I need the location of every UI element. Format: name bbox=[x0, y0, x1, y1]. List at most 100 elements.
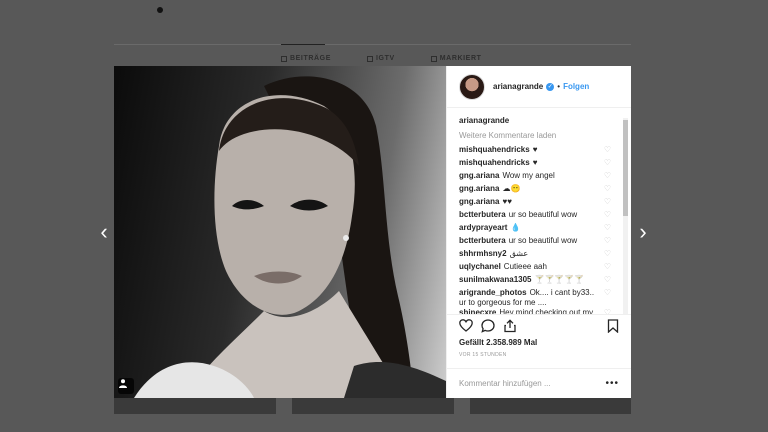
comment-username[interactable]: shinecxre bbox=[459, 308, 496, 314]
post-header: arianagrande ✓ • Folgen bbox=[447, 66, 631, 108]
comment-text: mishquahendricks ♥ bbox=[459, 158, 599, 168]
comment-row: gng.ariana Wow my angel ♡ bbox=[459, 171, 619, 184]
comment-text: uqlychanel Cutieee aah bbox=[459, 262, 599, 272]
comment-text: bctterbutera ur so beautiful wow bbox=[459, 236, 599, 246]
scrollbar[interactable] bbox=[623, 118, 628, 314]
comment-row: mishquahendricks ♥ ♡ bbox=[459, 158, 619, 171]
comment-bubble-icon[interactable] bbox=[481, 318, 495, 333]
comment-body: Wow my angel bbox=[502, 171, 555, 180]
comment-text: gng.ariana ☁😶 bbox=[459, 184, 599, 194]
background-thumbnail[interactable] bbox=[114, 398, 276, 414]
comment-text: gng.ariana Wow my angel bbox=[459, 171, 599, 181]
comment-like-heart-icon[interactable]: ♡ bbox=[601, 288, 611, 298]
comment-body: ♥ bbox=[532, 158, 538, 167]
like-count[interactable]: Gefällt 2.358.989 Mal bbox=[447, 336, 631, 347]
comment-text: sunilmakwana1305 🍸🍸🍸🍸🍸 bbox=[459, 275, 599, 285]
person-icon bbox=[119, 379, 127, 388]
post-modal: arianagrande ✓ • Folgen arianagrande Wei… bbox=[114, 66, 631, 398]
comment-username[interactable]: shhrmhsny2 bbox=[459, 249, 507, 258]
comment-body: ur so beautiful wow bbox=[508, 236, 578, 245]
comment-username[interactable]: bctterbutera bbox=[459, 210, 506, 219]
previous-post-arrow-icon[interactable]: ‹ bbox=[94, 220, 114, 244]
comment-row: sunilmakwana1305 🍸🍸🍸🍸🍸 ♡ bbox=[459, 275, 619, 288]
comment-like-heart-icon[interactable]: ♡ bbox=[601, 236, 611, 246]
comment-username[interactable]: gng.ariana bbox=[459, 184, 499, 193]
post-username[interactable]: arianagrande bbox=[493, 82, 543, 91]
comment-row: shhrmhsny2 عشق ♡ bbox=[459, 249, 619, 262]
comment-row: shinecxre Hey mind checking out my ♡ bbox=[459, 308, 619, 314]
separator-dot: • bbox=[557, 82, 561, 91]
tab-tagged[interactable]: MARKIERT bbox=[430, 55, 482, 62]
comment-username[interactable]: bctterbutera bbox=[459, 236, 506, 245]
load-more-comments-link[interactable]: Weitere Kommentare laden bbox=[459, 131, 619, 140]
comment-like-heart-icon[interactable]: ♡ bbox=[601, 249, 611, 259]
verified-badge-icon: ✓ bbox=[546, 82, 555, 91]
background-tab-divider bbox=[114, 44, 631, 45]
comment-username[interactable]: sunilmakwana1305 bbox=[459, 275, 531, 284]
comment-like-heart-icon[interactable]: ♡ bbox=[601, 210, 611, 220]
comment-row: gng.ariana ♥♥ ♡ bbox=[459, 197, 619, 210]
comment-row: mishquahendricks ♥ ♡ bbox=[459, 145, 619, 158]
tag-icon bbox=[430, 55, 437, 62]
comment-username[interactable]: arigrande_photos bbox=[459, 288, 527, 297]
share-icon[interactable] bbox=[503, 318, 517, 333]
comment-row: ardyprayeart 💧 ♡ bbox=[459, 223, 619, 236]
comment-username[interactable]: ardyprayeart bbox=[459, 223, 507, 232]
avatar[interactable] bbox=[459, 73, 485, 100]
like-heart-icon[interactable] bbox=[459, 319, 473, 332]
follow-button[interactable]: Folgen bbox=[563, 82, 589, 91]
comment-body: 🍸🍸🍸🍸🍸 bbox=[534, 275, 585, 284]
comment-input[interactable] bbox=[459, 379, 606, 388]
comment-like-heart-icon[interactable]: ♡ bbox=[601, 262, 611, 272]
comment-text: ardyprayeart 💧 bbox=[459, 223, 599, 233]
background-tab-active-indicator bbox=[281, 44, 325, 45]
comment-username[interactable]: gng.ariana bbox=[459, 197, 499, 206]
comment-username[interactable]: gng.ariana bbox=[459, 171, 499, 180]
comment-username[interactable]: uqlychanel bbox=[459, 262, 501, 271]
portrait-illustration bbox=[134, 76, 446, 398]
comment-body: ur so beautiful wow bbox=[508, 210, 578, 219]
comment-body: ♥♥ bbox=[502, 197, 512, 206]
comment-like-heart-icon[interactable]: ♡ bbox=[601, 145, 611, 155]
background-thumbnail[interactable] bbox=[470, 398, 631, 414]
comment-rows: mishquahendricks ♥ ♡ mishquahendricks ♥ ♡ gng.… bbox=[459, 145, 619, 314]
tab-igtv[interactable]: IGTV bbox=[366, 55, 395, 62]
comment-like-heart-icon[interactable]: ♡ bbox=[601, 308, 611, 314]
more-options-icon[interactable]: ••• bbox=[605, 378, 619, 389]
add-comment-bar: ••• bbox=[447, 368, 631, 398]
comment-text: mishquahendricks ♥ bbox=[459, 145, 599, 155]
post-actions bbox=[447, 314, 631, 336]
comment-body: ♥ bbox=[532, 145, 538, 154]
comment-body: Cutieee aah bbox=[503, 262, 547, 271]
comment-row: uqlychanel Cutieee aah ♡ bbox=[459, 262, 619, 275]
comment-body: ☁😶 bbox=[502, 184, 521, 193]
comment-like-heart-icon[interactable]: ♡ bbox=[601, 197, 611, 207]
next-post-arrow-icon[interactable]: › bbox=[633, 220, 653, 244]
comment-row: bctterbutera ur so beautiful wow ♡ bbox=[459, 210, 619, 223]
comment-like-heart-icon[interactable]: ♡ bbox=[601, 184, 611, 194]
caption-username[interactable]: arianagrande bbox=[459, 116, 619, 125]
comment-like-heart-icon[interactable]: ♡ bbox=[601, 171, 611, 181]
comment-row: bctterbutera ur so beautiful wow ♡ bbox=[459, 236, 619, 249]
comment-body: Hey mind checking out my bbox=[499, 308, 594, 314]
comment-like-heart-icon[interactable]: ♡ bbox=[601, 158, 611, 168]
comment-username[interactable]: mishquahendricks bbox=[459, 158, 530, 167]
post-photo[interactable] bbox=[114, 66, 446, 398]
background-thumbnail[interactable] bbox=[292, 398, 454, 414]
comment-body: 💧 bbox=[510, 223, 521, 232]
comments-list: arianagrande Weitere Kommentare laden mi… bbox=[447, 108, 631, 314]
comment-like-heart-icon[interactable]: ♡ bbox=[601, 223, 611, 233]
comment-like-heart-icon[interactable]: ♡ bbox=[601, 275, 611, 285]
scrollbar-thumb[interactable] bbox=[623, 120, 628, 216]
comment-text: shhrmhsny2 عشق bbox=[459, 249, 599, 259]
tab-posts[interactable]: BEITRÄGE bbox=[281, 55, 331, 62]
background-profile-tabs: BEITRÄGE IGTV MARKIERT bbox=[281, 55, 481, 62]
tagged-users-button[interactable] bbox=[118, 378, 134, 394]
comment-text: shinecxre Hey mind checking out my bbox=[459, 308, 599, 314]
tv-icon bbox=[366, 55, 373, 62]
comment-body: عشق bbox=[509, 249, 529, 258]
grid-icon bbox=[281, 55, 287, 62]
comment-username[interactable]: mishquahendricks bbox=[459, 145, 530, 154]
comment-text: bctterbutera ur so beautiful wow bbox=[459, 210, 599, 220]
bookmark-icon[interactable] bbox=[607, 318, 619, 333]
